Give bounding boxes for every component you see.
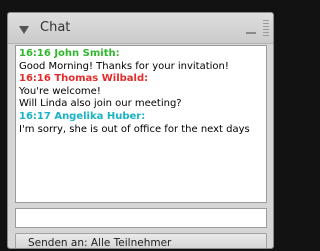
message-meta: 16:16 John Smith: xyxy=(19,48,263,61)
message-meta: 16:16 Thomas Wilbald: xyxy=(19,73,263,86)
chat-panel: Chat 16:16 John Smith: Good Morning! Tha… xyxy=(7,12,274,249)
panel-title: Chat xyxy=(40,20,71,35)
message-meta: 16:17 Angelika Huber: xyxy=(19,111,263,124)
message-time: 16:16 xyxy=(19,48,51,59)
message-time: 16:17 xyxy=(19,110,51,122)
message-text: Will Linda also join our meeting? xyxy=(19,98,182,110)
message-text: I'm sorry, she is out of office for the … xyxy=(19,123,250,135)
message-author: Thomas Wilbald: xyxy=(54,73,149,85)
send-to-select[interactable]: Senden an: Alle Teilnehmer xyxy=(15,233,267,249)
collapse-triangle-icon[interactable] xyxy=(18,21,30,34)
message-text: You're welcome! xyxy=(19,85,101,97)
send-to-label: Senden an: Alle Teilnehmer xyxy=(28,237,172,249)
message-author: Angelika Huber: xyxy=(54,110,146,122)
chat-message: 16:16 John Smith: Good Morning! Thanks f… xyxy=(19,48,263,73)
chat-message: 16:17 Angelika Huber: I'm sorry, she is … xyxy=(19,111,263,136)
resize-grip-icon[interactable] xyxy=(263,20,269,36)
chat-message: 16:16 Thomas Wilbald: You're welcome! Wi… xyxy=(19,73,263,111)
message-author: John Smith: xyxy=(54,48,120,59)
chat-message-list[interactable]: 16:16 John Smith: Good Morning! Thanks f… xyxy=(15,45,267,203)
chevron-down-icon xyxy=(250,240,260,248)
chat-header[interactable]: Chat xyxy=(8,13,273,44)
message-text: Good Morning! Thanks for your invitation… xyxy=(19,60,229,72)
message-time: 16:16 xyxy=(19,73,51,85)
minimize-icon[interactable] xyxy=(245,23,257,35)
chat-input[interactable] xyxy=(15,208,267,228)
